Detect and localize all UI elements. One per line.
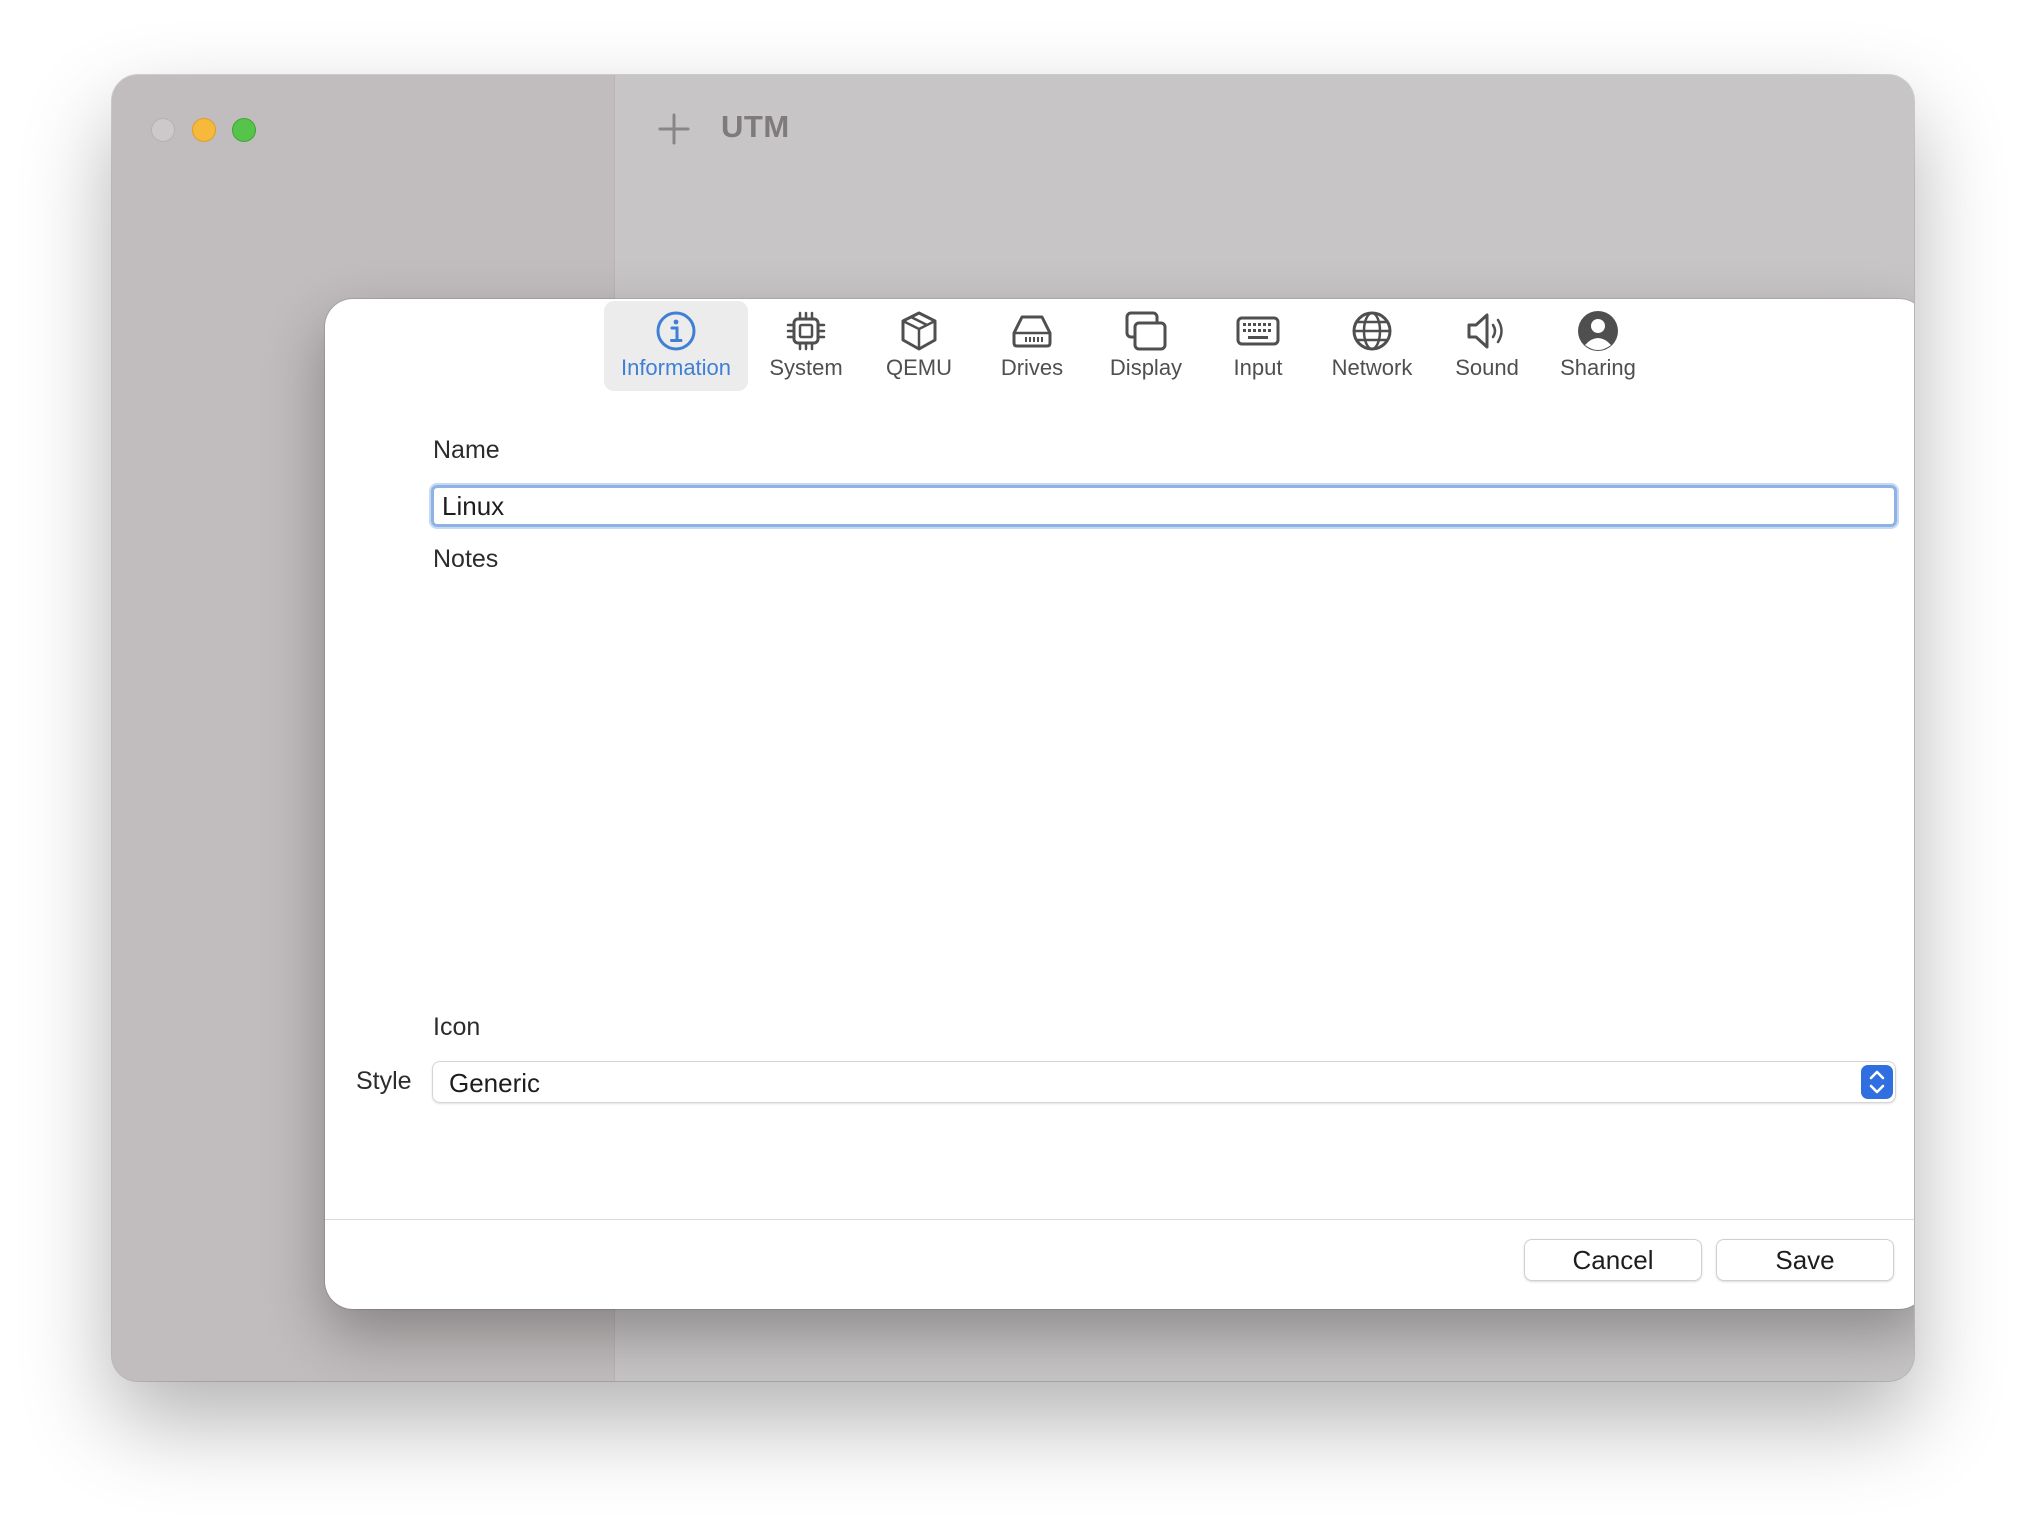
plus-icon: [658, 113, 690, 145]
drive-icon: [1012, 315, 1052, 348]
tab-drives[interactable]: Drives: [976, 301, 1088, 391]
display-icon: [1125, 311, 1167, 351]
tab-system[interactable]: System: [750, 301, 862, 391]
tab-information[interactable]: Information: [604, 301, 748, 391]
add-vm-button[interactable]: [652, 107, 696, 151]
style-select[interactable]: Generic: [432, 1061, 1896, 1103]
window-title: UTM: [721, 109, 790, 144]
name-input[interactable]: Linux: [431, 485, 1897, 527]
notes-label: Notes: [433, 545, 499, 573]
box-icon: [901, 311, 937, 351]
info-circle-icon: [656, 311, 696, 351]
tab-label: Input: [1233, 355, 1283, 380]
tab-label: Network: [1331, 355, 1413, 380]
tab-sound[interactable]: Sound: [1434, 301, 1540, 391]
tab-sharing[interactable]: Sharing: [1542, 301, 1654, 391]
style-select-value: Generic: [449, 1068, 541, 1098]
icon-label: Icon: [433, 1013, 481, 1041]
close-window-button[interactable]: [151, 118, 175, 142]
tab-label: Sound: [1455, 355, 1519, 380]
footer-divider: [325, 1219, 1914, 1220]
style-label: Style: [356, 1067, 412, 1095]
cancel-button[interactable]: Cancel: [1524, 1239, 1702, 1281]
save-button[interactable]: Save: [1716, 1239, 1894, 1281]
tab-qemu[interactable]: QEMU: [864, 301, 974, 391]
keyboard-icon: [1236, 316, 1280, 346]
tab-label: System: [769, 355, 843, 380]
select-stepper[interactable]: [1861, 1065, 1893, 1099]
tab-label: Drives: [1000, 355, 1064, 380]
name-label: Name: [433, 436, 500, 464]
globe-icon: [1352, 311, 1392, 351]
cpu-icon: [786, 311, 826, 351]
person-icon: [1578, 311, 1618, 351]
tab-label: Sharing: [1560, 355, 1636, 380]
tab-label: Information: [620, 355, 732, 380]
notes-textarea[interactable]: [431, 587, 1897, 1007]
tab-label: Display: [1109, 355, 1183, 380]
tab-display[interactable]: Display: [1090, 301, 1202, 391]
speaker-icon: [1467, 313, 1503, 349]
chevron-up-down-icon: [1869, 1070, 1885, 1094]
settings-sheet: Information System QEMU Drives Display I…: [325, 299, 1914, 1309]
minimize-window-button[interactable]: [192, 118, 216, 142]
tab-input[interactable]: Input: [1202, 301, 1314, 391]
tab-network[interactable]: Network: [1312, 301, 1432, 391]
titlebar: UTM: [112, 75, 1914, 185]
tab-label: QEMU: [886, 355, 952, 380]
zoom-window-button[interactable]: [232, 118, 256, 142]
utm-window: UTM Information System QEMU Drives Displ…: [112, 75, 1914, 1381]
